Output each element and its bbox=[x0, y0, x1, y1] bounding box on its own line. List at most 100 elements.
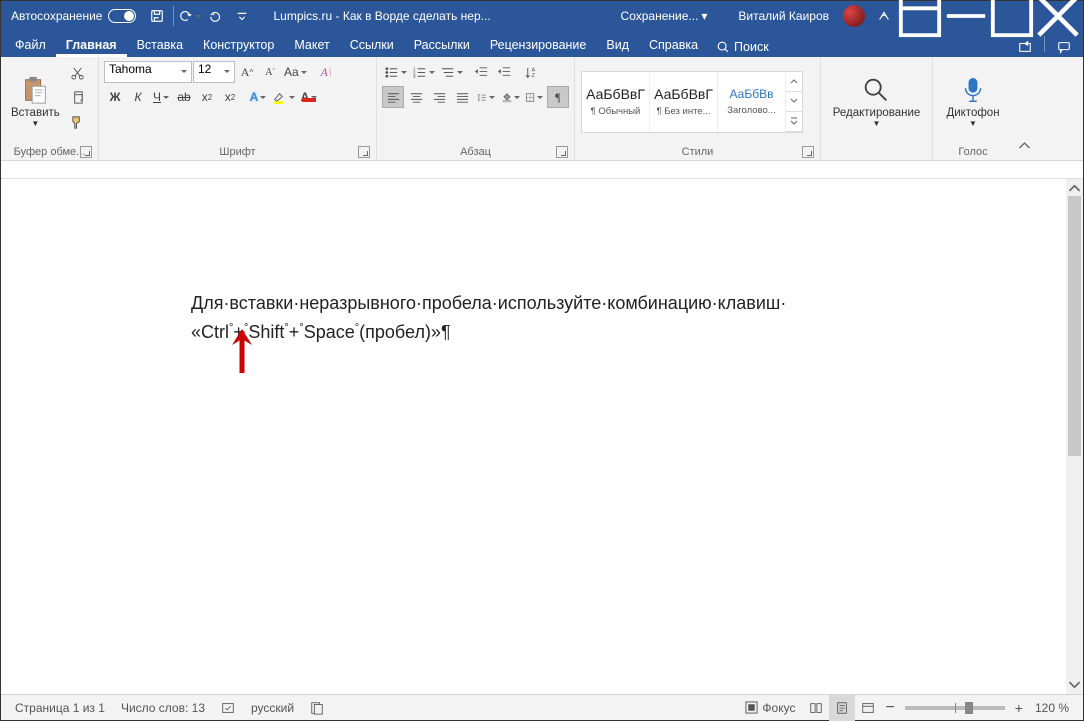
qat-customize-icon[interactable] bbox=[229, 1, 255, 31]
group-paragraph: 123 AZ ¶ Абзац bbox=[377, 57, 575, 160]
line-spacing-button[interactable] bbox=[475, 86, 497, 108]
minimize-button[interactable] bbox=[943, 1, 989, 31]
word-count[interactable]: Число слов: 13 bbox=[113, 695, 213, 720]
user-avatar[interactable] bbox=[843, 5, 865, 27]
style-normal[interactable]: АаБбВвГ¶ Обычный bbox=[582, 72, 650, 132]
document-text[interactable]: Для·вставки·неразрывного·пробела·использ… bbox=[1, 179, 1066, 347]
clear-format-button[interactable]: A⧹ bbox=[315, 61, 337, 83]
shading-button[interactable] bbox=[500, 86, 522, 108]
vertical-scrollbar[interactable] bbox=[1066, 179, 1083, 694]
scroll-up-button[interactable] bbox=[1066, 179, 1083, 196]
style-heading1[interactable]: АаБбВвЗаголово... bbox=[718, 72, 786, 132]
zoom-knob[interactable] bbox=[965, 702, 973, 714]
group-editing-label bbox=[825, 143, 928, 159]
font-color-button[interactable]: A bbox=[298, 86, 320, 108]
tab-file[interactable]: Файл bbox=[5, 34, 56, 57]
format-painter-button[interactable] bbox=[67, 111, 89, 133]
ribbon-display-button[interactable] bbox=[897, 1, 943, 31]
tab-references[interactable]: Ссылки bbox=[340, 34, 404, 57]
styles-up[interactable] bbox=[786, 72, 802, 92]
focus-mode[interactable]: Фокус bbox=[737, 695, 803, 720]
paste-button[interactable]: Вставить ▼ bbox=[5, 60, 66, 142]
cut-button[interactable] bbox=[67, 63, 89, 85]
tab-home[interactable]: Главная bbox=[56, 34, 127, 57]
close-button[interactable] bbox=[1035, 1, 1081, 31]
share-button[interactable] bbox=[1010, 37, 1040, 57]
styles-down[interactable] bbox=[786, 92, 802, 112]
maximize-button[interactable] bbox=[989, 1, 1035, 31]
copy-button[interactable] bbox=[67, 87, 89, 109]
comments-button[interactable] bbox=[1049, 37, 1079, 57]
tab-review[interactable]: Рецензирование bbox=[480, 34, 597, 57]
show-marks-button[interactable]: ¶ bbox=[547, 86, 569, 108]
zoom-out-button[interactable]: − bbox=[881, 695, 898, 720]
coming-soon-icon[interactable] bbox=[871, 1, 897, 31]
text-effects-button[interactable]: A bbox=[247, 86, 269, 108]
tab-mailings[interactable]: Рассылки bbox=[404, 34, 480, 57]
accessibility-icon[interactable] bbox=[302, 695, 332, 720]
shrink-font-button[interactable]: Aˇ bbox=[259, 61, 281, 83]
numbering-button[interactable]: 123 bbox=[410, 61, 437, 83]
tab-insert[interactable]: Вставка bbox=[127, 34, 193, 57]
doc-l2a: «Ctrl bbox=[191, 322, 229, 342]
tab-view[interactable]: Вид bbox=[596, 34, 639, 57]
change-case-button[interactable]: Aa bbox=[282, 61, 309, 83]
tab-help[interactable]: Справка bbox=[639, 34, 708, 57]
scroll-down-button[interactable] bbox=[1066, 677, 1083, 694]
superscript-button[interactable]: x2 bbox=[219, 86, 241, 108]
indent-button[interactable] bbox=[493, 61, 515, 83]
outdent-button[interactable] bbox=[470, 61, 492, 83]
clipboard-launcher[interactable] bbox=[80, 146, 92, 158]
ruler[interactable] bbox=[1, 161, 1083, 179]
align-left-button[interactable] bbox=[382, 86, 404, 108]
highlight-button[interactable] bbox=[270, 86, 297, 108]
user-name[interactable]: Виталий Каиров bbox=[730, 9, 837, 23]
bullets-button[interactable] bbox=[382, 61, 409, 83]
undo-button[interactable] bbox=[177, 1, 203, 31]
dictate-button[interactable]: Диктофон ▼ bbox=[940, 60, 1005, 142]
font-size-select[interactable]: 12 bbox=[193, 61, 235, 83]
multilevel-button[interactable] bbox=[438, 61, 465, 83]
font-launcher[interactable] bbox=[358, 146, 370, 158]
sort-button[interactable]: AZ bbox=[520, 61, 542, 83]
bold-button[interactable]: Ж bbox=[104, 86, 126, 108]
doc-l2c: Shift bbox=[248, 322, 284, 342]
align-right-button[interactable] bbox=[428, 86, 450, 108]
borders-button[interactable] bbox=[523, 86, 545, 108]
saving-dd-icon[interactable]: ▾ bbox=[698, 9, 710, 23]
zoom-level[interactable]: 120 % bbox=[1027, 695, 1077, 720]
justify-button[interactable] bbox=[451, 86, 473, 108]
styles-more[interactable] bbox=[786, 112, 802, 132]
web-layout-button[interactable] bbox=[855, 695, 881, 721]
font-name-select[interactable]: Tahoma bbox=[104, 61, 192, 83]
redo-button[interactable] bbox=[203, 1, 229, 31]
style-no-spacing[interactable]: АаБбВвГ¶ Без инте... bbox=[650, 72, 718, 132]
autosave-group: Автосохранение bbox=[3, 9, 144, 23]
doc-line1: Для·вставки·неразрывного·пробела·использ… bbox=[191, 293, 786, 313]
spellcheck-icon[interactable] bbox=[213, 695, 243, 720]
subscript-button[interactable]: x2 bbox=[196, 86, 218, 108]
zoom-in-button[interactable]: + bbox=[1011, 695, 1027, 720]
read-mode-button[interactable] bbox=[803, 695, 829, 721]
paragraph-launcher[interactable] bbox=[556, 146, 568, 158]
tab-layout[interactable]: Макет bbox=[284, 34, 339, 57]
grow-font-button[interactable]: A^ bbox=[236, 61, 258, 83]
page-viewport[interactable]: Для·вставки·неразрывного·пробела·использ… bbox=[1, 179, 1066, 694]
page-indicator[interactable]: Страница 1 из 1 bbox=[7, 695, 113, 720]
tab-design[interactable]: Конструктор bbox=[193, 34, 284, 57]
print-layout-button[interactable] bbox=[829, 695, 855, 721]
strike-button[interactable]: ab bbox=[173, 86, 195, 108]
align-center-button[interactable] bbox=[405, 86, 427, 108]
editing-button[interactable]: Редактирование ▼ bbox=[827, 61, 927, 143]
underline-button[interactable]: Ч bbox=[150, 86, 172, 108]
italic-button[interactable]: К bbox=[127, 86, 149, 108]
scroll-thumb[interactable] bbox=[1068, 196, 1081, 456]
search-box[interactable]: Поиск bbox=[708, 37, 777, 57]
language-indicator[interactable]: русский bbox=[243, 695, 302, 720]
save-icon[interactable] bbox=[144, 1, 170, 31]
group-clipboard-label: Буфер обме... bbox=[5, 143, 94, 159]
collapse-ribbon-button[interactable] bbox=[1013, 134, 1035, 156]
zoom-slider[interactable] bbox=[905, 706, 1005, 710]
autosave-toggle[interactable] bbox=[108, 9, 136, 23]
styles-launcher[interactable] bbox=[802, 146, 814, 158]
